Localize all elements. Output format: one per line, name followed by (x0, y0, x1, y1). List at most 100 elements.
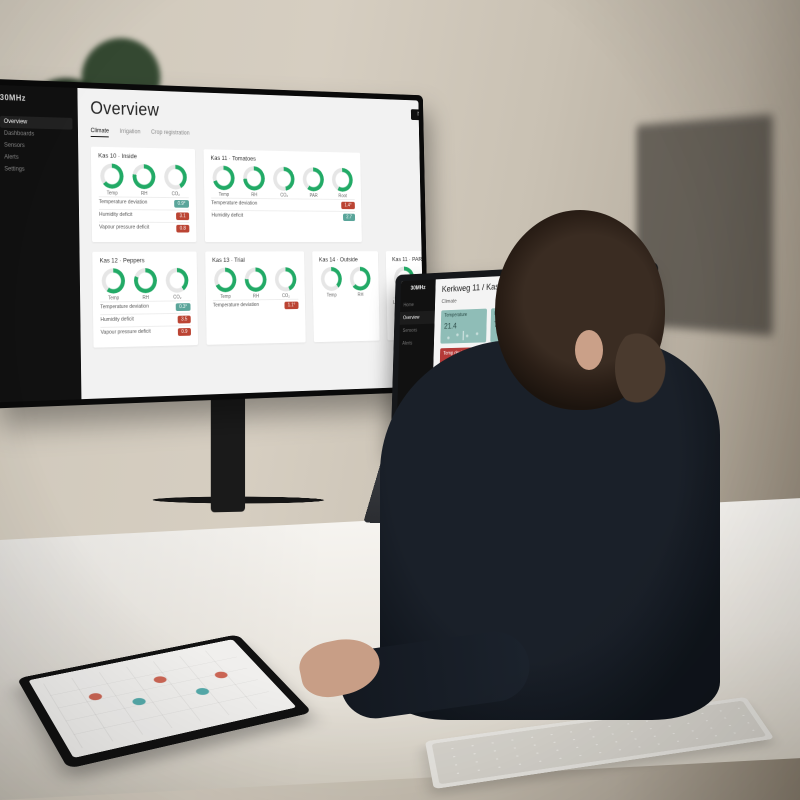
climate-panel[interactable]: Kas 10 · InsideTempRHCO₂Temperature devi… (91, 147, 197, 242)
gauge-label: Temp (213, 294, 239, 300)
metric-value-badge: 1.4° (341, 202, 355, 209)
gauge: Temp (100, 268, 127, 301)
gauge: Temp (211, 165, 237, 197)
tab-irrigation[interactable]: Irrigation (120, 129, 141, 138)
panel-title: Kas 12 · Peppers (100, 257, 190, 264)
gauge: Root (330, 168, 355, 199)
gauge-label: RH (132, 295, 159, 301)
gauge-label: RH (349, 292, 373, 298)
metric-key: Vapour pressure deficit (101, 329, 151, 338)
climate-panel[interactable]: Kas 12 · Peppers Temp RH CO₂ Temperature dev… (92, 252, 198, 348)
tab-crop[interactable]: Crop registration (151, 130, 190, 140)
gauge-label: RH (242, 192, 267, 198)
metric-row: Temperature deviation 1.4° (211, 198, 355, 211)
climate-panel[interactable]: Kas 14 · Outside Temp RH (312, 251, 379, 342)
metric-row: Humidity deficit 3.1 (99, 209, 189, 222)
metric-key: Humidity deficit (211, 213, 243, 221)
metric-key: Humidity deficit (99, 212, 133, 220)
panel-title: Kas 13 · Trial (212, 257, 298, 264)
gauge-ring-icon (245, 267, 267, 292)
gauge: RH (241, 166, 267, 198)
gauge: CO₂ (273, 267, 298, 299)
person-beard (615, 328, 670, 408)
metric-key: Temperature deviation (100, 304, 149, 313)
gauge: CO₂ (164, 268, 191, 301)
metric-key: Vapour pressure deficit (99, 225, 149, 233)
gauge-ring-icon (243, 166, 265, 191)
metric-row: Humidity deficit 2.7 (211, 210, 355, 223)
gauge-row: Temp RH CO₂ PAR Root (211, 165, 355, 199)
panels-container: Kas 10 · InsideTempRHCO₂Temperature devi… (91, 147, 425, 348)
gauge-ring-icon (332, 168, 353, 192)
metric-value-badge: 0.3° (176, 303, 191, 311)
climate-panel[interactable]: Kas 13 · TrialTempRHCO₂Temperature devia… (205, 251, 306, 345)
metric-value-badge: 3.5 (178, 316, 191, 324)
gauge: Temp (98, 163, 125, 196)
gauge-ring-icon (273, 167, 295, 191)
app-logo: 30MHz (0, 93, 72, 104)
metric-row: Temperature deviation 0.9° (99, 196, 189, 209)
metric-value-badge: 2.7 (343, 214, 355, 221)
gauge: PAR (301, 167, 326, 199)
panel-title: Kas 14 · Outside (319, 257, 372, 264)
gauge-ring-icon (134, 268, 157, 293)
sidebar: 30MHz Overview Dashboards Sensors Alerts… (0, 85, 81, 402)
metric-row: Vapour pressure deficit 0.9 (100, 325, 191, 340)
gauge-ring-icon (100, 163, 124, 189)
metric-key: Temperature deviation (213, 302, 259, 310)
monitor-screen: 30MHz Overview Dashboards Sensors Alerts… (0, 85, 424, 402)
gauge-ring-icon (321, 267, 342, 291)
gauge-label: CO₂ (164, 295, 190, 301)
gauge-label: RH (131, 191, 158, 197)
metric-row: Vapour pressure deficit 0.8 (99, 222, 189, 235)
gauge-ring-icon (212, 165, 234, 190)
metric-value-badge: 0.9° (174, 200, 189, 208)
page-title: Overview (90, 98, 424, 129)
gauge-label: Temp (100, 295, 127, 301)
climate-panel[interactable]: Kas 11 · TomatoesTempRHCO₂PARRootTempera… (204, 149, 362, 242)
person-ear (575, 330, 603, 370)
gauge: CO₂ (271, 167, 296, 199)
panel-title: Kas 11 · Tomatoes (210, 155, 354, 164)
tab-climate[interactable]: Climate (91, 128, 109, 137)
gauge-label: Temp (319, 293, 343, 299)
gauge-label: Temp (211, 192, 237, 198)
gauge-label: CO₂ (272, 193, 297, 199)
gauge: RH (348, 267, 372, 298)
gauge: RH (132, 268, 159, 301)
sidebar-nav: Overview Dashboards Sensors Alerts Setti… (0, 116, 73, 177)
gauge-ring-icon (214, 268, 237, 293)
metric-value-badge: 0.9 (178, 328, 191, 336)
gauge: Temp (212, 268, 238, 300)
main-content: Overview New sensor Climate Irrigation C… (77, 88, 424, 399)
gauge-label: Temp (99, 190, 126, 196)
tab-bar: Climate Irrigation Crop registration (91, 128, 425, 146)
gauge-ring-icon (275, 267, 297, 291)
gauge-label: CO₂ (163, 191, 189, 197)
panel-title: Kas 10 · Inside (98, 153, 188, 162)
metric-key: Humidity deficit (100, 317, 134, 325)
metric-value-badge: 1.1° (284, 302, 298, 310)
gauge-label: Root (331, 193, 355, 199)
gauge-ring-icon (303, 167, 325, 191)
metric-row: Temperature deviation 1.1° (213, 299, 299, 313)
gauge-label: RH (243, 294, 268, 300)
sidebar-item-settings[interactable]: Settings (1, 163, 74, 176)
external-monitor: 30MHz Overview Dashboards Sensors Alerts… (0, 79, 429, 409)
metric-value-badge: 0.8 (176, 225, 189, 233)
person (380, 210, 740, 730)
gauge: RH (131, 164, 158, 197)
metric-value-badge: 3.1 (176, 212, 189, 220)
gauge-label: CO₂ (273, 293, 298, 299)
gauge-ring-icon (132, 164, 155, 189)
gauge: CO₂ (162, 164, 189, 197)
gauge-row: Temp RH (319, 267, 372, 299)
gauge-row: Temp RH CO₂ (98, 163, 189, 197)
metric-key: Temperature deviation (211, 200, 257, 208)
gauge-ring-icon (166, 268, 189, 293)
metric-key: Temperature deviation (99, 199, 148, 207)
gauge-ring-icon (102, 268, 126, 294)
gauge-row: Temp RH CO₂ (100, 268, 191, 302)
photo-scene: 30MHz Overview Dashboards Sensors Alerts… (0, 0, 800, 800)
gauge: RH (243, 267, 269, 299)
